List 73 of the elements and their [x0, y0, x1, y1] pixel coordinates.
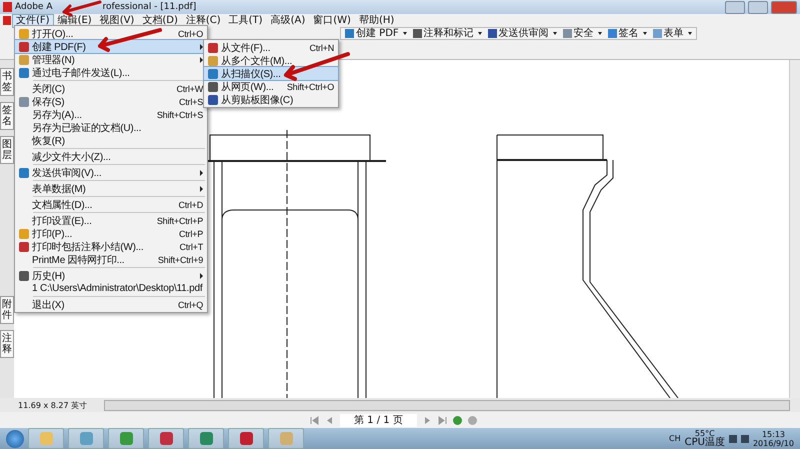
taskbar-app-icon[interactable]	[28, 428, 64, 449]
minimize-icon[interactable]	[725, 0, 745, 14]
menu-item[interactable]: 关闭(C) Ctrl+W	[15, 82, 207, 95]
first-page-icon[interactable]	[310, 416, 319, 424]
taskbar-app-icon[interactable]	[148, 428, 184, 449]
window-title: Adobe A	[15, 2, 52, 12]
taskbar-app-icon[interactable]	[68, 428, 104, 449]
pointer-arrow	[98, 28, 162, 52]
menu-item[interactable]: 文档属性(D)... Ctrl+D	[15, 198, 207, 211]
toolbar-button[interactable]: 表单	[652, 28, 692, 38]
last-page-icon[interactable]	[438, 416, 447, 424]
taskbar-app-icon[interactable]	[228, 428, 264, 449]
menu-item[interactable]: 打印时包括注释小结(W)... Ctrl+T	[15, 240, 207, 253]
forward-icon[interactable]	[468, 416, 477, 424]
menu-item[interactable]: 视图(V)	[96, 14, 138, 26]
menu-item[interactable]: 减少文件大小(Z)...	[15, 150, 207, 163]
menu-item[interactable]: 从多个文件(M)...	[204, 54, 338, 67]
taskbar-app-icon[interactable]	[268, 428, 304, 449]
menu-item[interactable]: 通过电子邮件发送(L)...	[15, 66, 207, 79]
close-icon[interactable]	[771, 0, 797, 14]
previous-page-icon[interactable]	[325, 416, 334, 424]
taskbar-app-icon[interactable]	[108, 428, 144, 449]
menu-item[interactable]: 从剪贴板图像(C)	[204, 93, 338, 106]
menu-item[interactable]: 工具(T)	[226, 14, 266, 26]
menu-item[interactable]: PrintMe 因特网打印... Shift+Ctrl+9	[15, 253, 207, 266]
side-tab[interactable]: 注释	[0, 330, 14, 358]
page-size-label: 11.69 x 8.27 英寸	[18, 400, 88, 410]
toolbar-button[interactable]: 安全	[562, 28, 602, 38]
cpu-temperature: 55°C	[694, 429, 715, 438]
toolbar-button[interactable]: 发送供审阅	[488, 28, 557, 38]
menu-item[interactable]: 高级(A)	[268, 14, 308, 26]
toolbar-button[interactable]: 创建 PDF	[345, 28, 407, 38]
menu-item[interactable]: 文件(F)	[13, 14, 53, 26]
horizontal-scrollbar[interactable]	[104, 400, 790, 410]
side-tab[interactable]: 图层	[0, 136, 14, 164]
menu-item[interactable]: 从扫描仪(S)...	[204, 67, 338, 80]
menu-item[interactable]: 编辑(E)	[54, 14, 95, 26]
menu-item[interactable]: 另存为已验证的文档(U)...	[15, 121, 207, 134]
menu-item[interactable]: 从文件(F)... Ctrl+N	[204, 41, 338, 54]
page-number-field[interactable]: 第 1 / 1 页	[340, 414, 417, 426]
next-page-icon[interactable]	[422, 416, 432, 424]
taskbar-app-icon[interactable]	[188, 428, 224, 449]
menu-item[interactable]: 文档(D)	[139, 14, 181, 26]
menu-item[interactable]: 历史(H)	[15, 269, 207, 282]
menu-item[interactable]: 保存(S) Ctrl+S	[15, 95, 207, 108]
cpu-label: CPU温度	[684, 438, 725, 448]
menu-item[interactable]: 打开(O)... Ctrl+O	[15, 27, 207, 40]
vertical-scrollbar[interactable]	[789, 60, 800, 398]
menu-item[interactable]: 发送供审阅(V)...	[15, 166, 207, 179]
menu-item[interactable]: 打印(P)... Ctrl+P	[15, 227, 207, 240]
clock-date: 2016/9/10	[752, 438, 794, 448]
back-icon[interactable]	[452, 416, 462, 424]
menu-item[interactable]: 注释(C)	[182, 14, 224, 26]
side-tab[interactable]: 附件	[0, 296, 14, 324]
menu-item[interactable]: 打印设置(E)... Shift+Ctrl+P	[15, 214, 207, 227]
language-indicator[interactable]: CH	[669, 434, 681, 443]
menu-item[interactable]: 表单数据(M)	[15, 182, 207, 195]
maximize-icon[interactable]	[748, 0, 768, 14]
menu-item[interactable]: 帮助(H)	[356, 14, 398, 26]
menu-item[interactable]: 1 C:\Users\Administrator\Desktop\11.pdf	[15, 282, 207, 295]
window-title: rofessional - [11.pdf]	[102, 2, 196, 12]
toolbar-button[interactable]: 注释和标记	[412, 28, 482, 38]
menu-item[interactable]: 恢复(R)	[15, 134, 207, 147]
start-button[interactable]	[6, 430, 24, 448]
menu-item[interactable]: 窗口(W)	[310, 14, 354, 26]
menu-item[interactable]: 从网页(W)... Shift+Ctrl+O	[204, 80, 338, 93]
clock-time: 15:13	[762, 430, 786, 438]
side-tab[interactable]: 书签	[0, 68, 14, 96]
menu-item[interactable]: 另存为(A)... Shift+Ctrl+S	[15, 108, 207, 121]
pointer-arrow	[62, 0, 102, 16]
toolbar-button[interactable]: 签名	[608, 28, 647, 38]
side-tab[interactable]: 签名	[0, 102, 14, 130]
menu-item[interactable]: 退出(X) Ctrl+Q	[15, 298, 207, 311]
